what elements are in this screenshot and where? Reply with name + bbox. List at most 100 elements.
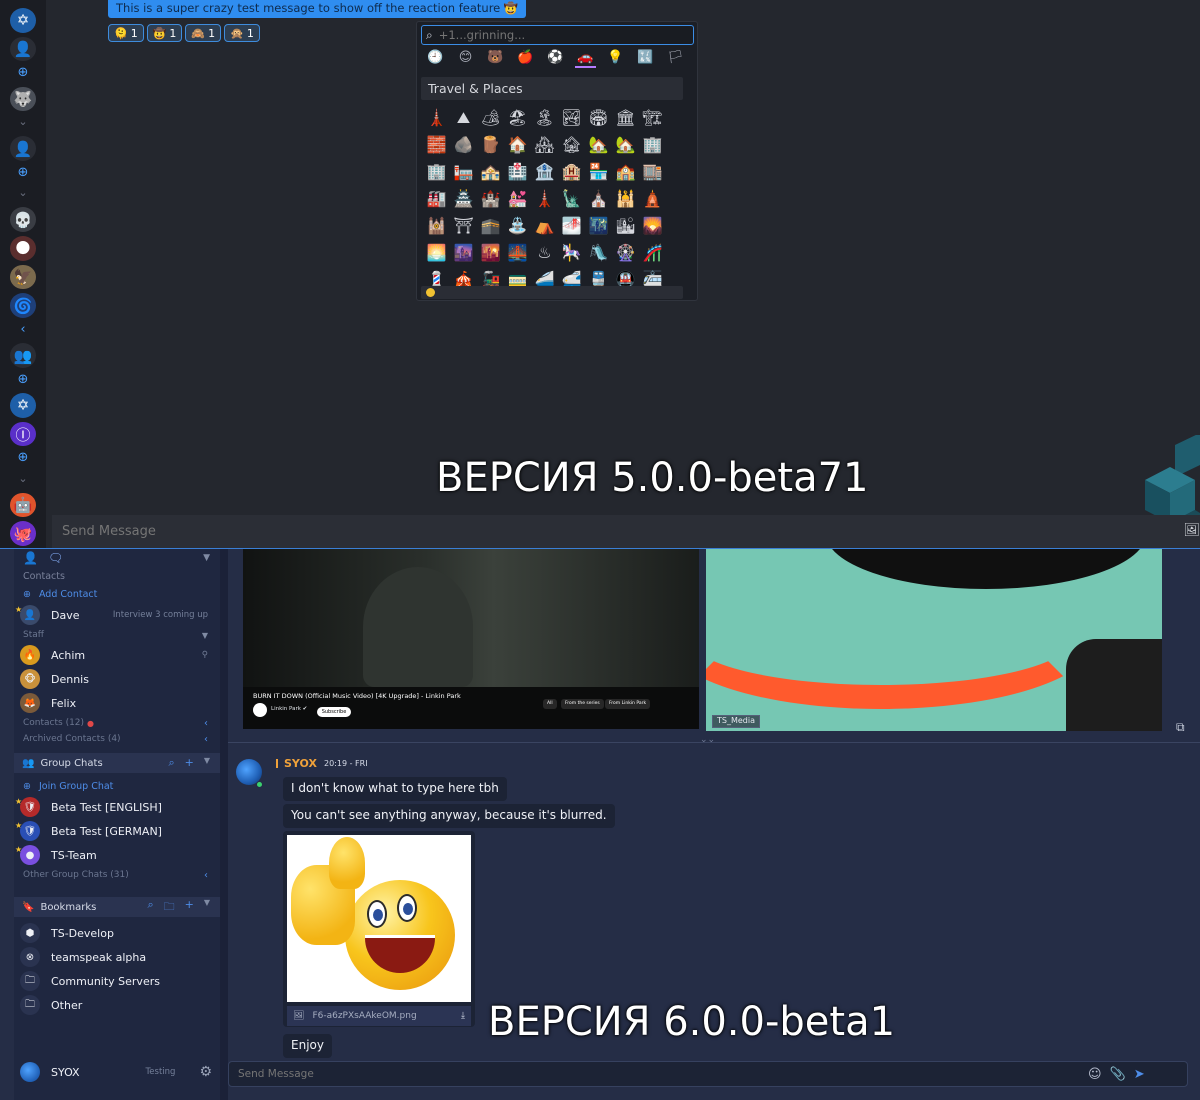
message-input[interactable] [62, 524, 1062, 539]
shared-video-ts-media[interactable]: TS_Media [706, 549, 1162, 731]
image-attach-icon[interactable]: 🖼 [1183, 523, 1200, 538]
emoji-cell[interactable]: 🚅 [558, 266, 585, 286]
plus-circle-icon[interactable]: ⊕ [10, 450, 36, 467]
bookmark-row[interactable]: 🗀 Other [14, 993, 220, 1017]
message-input[interactable] [238, 1068, 1088, 1080]
bookmarks-section[interactable]: 🔖 Bookmarks ⌕ 🗀 + ▼ [14, 897, 220, 917]
emoji-cell[interactable]: 🏡 [612, 131, 639, 158]
plus-circle-icon[interactable]: ⊕ [10, 65, 36, 82]
reaction-button[interactable]: 🫠 1 [108, 24, 144, 42]
emoji-cell[interactable]: 🏭 [423, 185, 450, 212]
emoji-cell[interactable]: ⛺ [531, 212, 558, 239]
yt-chip[interactable]: From Linkin Park [605, 699, 651, 709]
emoji-category-tab[interactable]: 🏳 [665, 48, 686, 68]
emoji-category-tab[interactable]: 🚗 [575, 48, 596, 68]
emoji-cell[interactable]: 🏨 [558, 158, 585, 185]
yt-chip[interactable]: All [543, 699, 557, 709]
join-group-chat-link[interactable]: ⊕ Join Group Chat [14, 777, 220, 795]
emoji-cell[interactable]: 🚃 [504, 266, 531, 286]
emoji-category-tab[interactable]: 🕘 [425, 48, 446, 68]
server-avatar-8[interactable]: 🤖 [10, 492, 36, 518]
emoji-cell[interactable]: 💒 [504, 185, 531, 212]
emoji-cell[interactable]: 🛕 [639, 185, 666, 212]
own-avatar[interactable] [20, 1062, 40, 1082]
emoji-cell[interactable]: 🗼 [423, 104, 450, 131]
emoji-cell[interactable]: 🏠 [504, 131, 531, 158]
emoji-icon[interactable]: ☺ [1088, 1067, 1102, 1082]
user-icon[interactable]: 👤 [10, 36, 36, 62]
emoji-cell[interactable]: 🏪 [585, 158, 612, 185]
emoji-cell[interactable]: 🏖 [504, 104, 531, 131]
emoji-cell[interactable]: 🌁 [558, 212, 585, 239]
reaction-button[interactable]: 🙈 1 [185, 24, 222, 42]
emoji-cell[interactable]: 🗽 [558, 185, 585, 212]
emoji-cell[interactable]: 🏚 [558, 131, 585, 158]
group-icon[interactable]: 👥 [10, 343, 36, 368]
chevron-down-icon[interactable]: ▼ [204, 756, 210, 770]
image-preview[interactable] [287, 835, 471, 1002]
emoji-cell[interactable]: 🌉 [504, 239, 531, 266]
contacts-collapsed[interactable]: Contacts (12) ● ‹ [14, 715, 220, 731]
user-icon-2[interactable]: 👤 [10, 136, 36, 162]
emoji-cell[interactable]: 🪨 [450, 131, 477, 158]
emoji-search-box[interactable]: ⌕ [421, 25, 694, 45]
message-bubble[interactable]: You can't see anything anyway, because i… [283, 804, 615, 828]
popout-icon[interactable]: ⧉ [1176, 720, 1185, 735]
emoji-cell[interactable]: 🕌 [612, 185, 639, 212]
emoji-cell[interactable]: 🏦 [531, 158, 558, 185]
chevron-down-icon[interactable]: ⌄ [10, 186, 36, 203]
emoji-cell[interactable]: 🌅 [423, 239, 450, 266]
image-attachment[interactable]: 🖼 F6-a6zPXsAAkeOM.png ⤓ [283, 831, 475, 1027]
pinned-message[interactable]: This is a super crazy test message to sh… [108, 0, 527, 18]
group-chat-row[interactable]: ★ 🛡 Beta Test [ENGLISH] [14, 795, 220, 819]
emoji-cell[interactable]: 🏛 [612, 104, 639, 131]
paperclip-icon[interactable]: 📎 [1110, 1067, 1126, 1082]
yt-chip[interactable]: From the series [561, 699, 604, 709]
chevron-collapse-icon[interactable]: ⌄⌄ [700, 735, 715, 745]
shared-video-youtube[interactable]: BURN IT DOWN (Official Music Video) [4K … [243, 549, 699, 729]
emoji-cell[interactable]: 🎢 [639, 239, 666, 266]
emoji-cell[interactable]: 🏗 [639, 104, 666, 131]
search-icon[interactable]: ⌕ [147, 898, 153, 917]
chat-tab-icon[interactable]: 🗨 [48, 551, 63, 565]
staff-header[interactable]: Staff ▼ [14, 627, 220, 643]
emoji-cell[interactable]: 🎪 [450, 266, 477, 286]
emoji-cell[interactable]: 🧱 [423, 131, 450, 158]
emoji-cell[interactable]: ♨ [531, 239, 558, 266]
staff-row[interactable]: 🐵 Dennis [14, 667, 220, 691]
emoji-category-tab[interactable]: ⚽ [545, 48, 566, 68]
emoji-cell[interactable]: 🏣 [450, 158, 477, 185]
emoji-cell[interactable]: 🌇 [477, 239, 504, 266]
emoji-cell[interactable]: 🏫 [612, 158, 639, 185]
emoji-cell[interactable]: 🎠 [558, 239, 585, 266]
skin-tone-icon[interactable] [426, 288, 435, 297]
bookmark-row[interactable]: ⊗ teamspeak alpha [14, 945, 220, 969]
group-chat-row[interactable]: ★ 🛡 Beta Test [GERMAN] [14, 819, 220, 843]
send-icon[interactable]: ➤ [1134, 1067, 1145, 1082]
bookmark-row[interactable]: 🗀 Community Servers [14, 969, 220, 993]
group-chats-section[interactable]: 👥 Group Chats ⌕ + ▼ [14, 753, 220, 773]
emoji-cell[interactable]: ⛲ [504, 212, 531, 239]
plus-circle-icon[interactable]: ‹ [10, 322, 36, 339]
subscribe-button[interactable]: Subscribe [317, 707, 351, 717]
emoji-cell[interactable]: 🚂 [477, 266, 504, 286]
emoji-cell[interactable]: 🕋 [477, 212, 504, 239]
emoji-search-input[interactable] [438, 28, 679, 42]
emoji-cell[interactable]: 🪵 [477, 131, 504, 158]
emoji-cell[interactable]: 🏢 [639, 131, 666, 158]
chevron-down-icon[interactable]: ▼ [204, 898, 210, 917]
emoji-cell[interactable]: 🏡 [585, 131, 612, 158]
server-avatar-9[interactable]: 🐙 [10, 521, 36, 547]
emoji-cell[interactable]: 🏞 [558, 104, 585, 131]
contacts-tab-icon[interactable]: 👤 [23, 551, 38, 565]
app-logo-icon[interactable]: ✡ [10, 8, 36, 33]
emoji-cell[interactable]: 🗼 [531, 185, 558, 212]
folder-icon[interactable]: 🗀 [164, 898, 175, 917]
plus-circle-icon[interactable]: ⊕ [10, 165, 36, 182]
server-avatar-5[interactable]: 🌀 [10, 293, 36, 319]
staff-row[interactable]: 🔥 Achim ⚲ [14, 643, 220, 667]
emoji-category-tab[interactable]: 🐻 [485, 48, 506, 68]
message-author[interactable]: SYOX [284, 757, 317, 770]
add-icon[interactable]: + [185, 756, 194, 770]
emoji-cell[interactable]: 🌃 [585, 212, 612, 239]
